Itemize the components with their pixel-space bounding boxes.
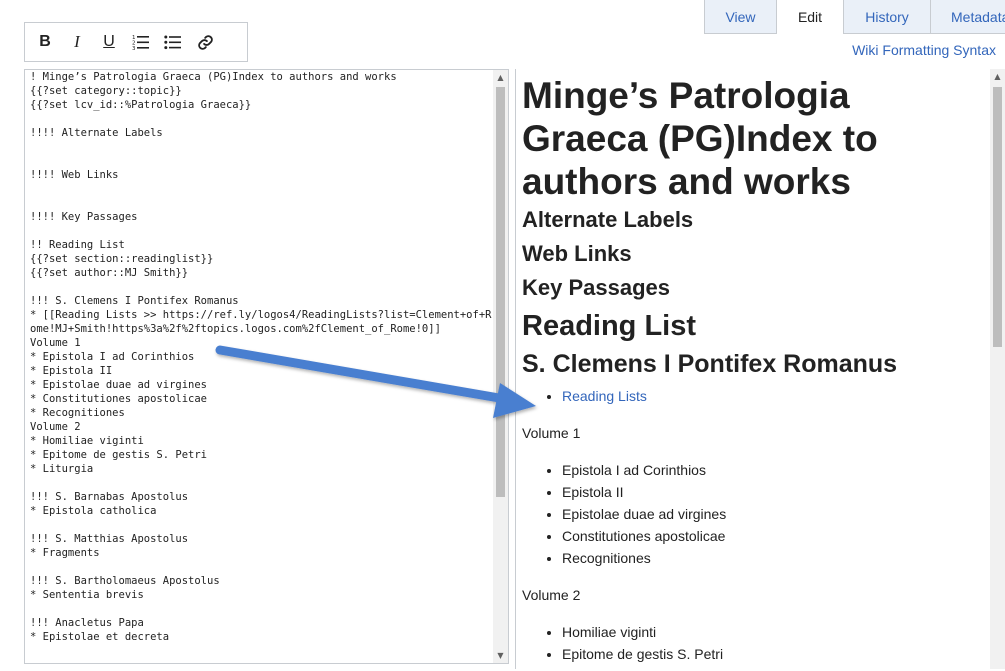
wiki-source-text[interactable]: ! Minge’s Patrologia Graeca (PG)Index to… bbox=[30, 70, 492, 644]
list-item: Epitome de gestis S. Petri bbox=[562, 643, 982, 665]
reading-lists-list: Reading Lists bbox=[522, 385, 982, 407]
heading-web-links: Web Links bbox=[522, 241, 632, 266]
heading-alternate-labels: Alternate Labels bbox=[522, 207, 694, 232]
svg-text:3: 3 bbox=[132, 46, 136, 50]
tab-history[interactable]: History bbox=[843, 0, 930, 34]
formatting-toolbar: B I U 1 2 3 bbox=[24, 22, 248, 62]
volume-1-label: Volume 1 bbox=[522, 425, 581, 441]
list-item: Recognitiones bbox=[562, 547, 982, 569]
volume-1-list: Epistola I ad Corinthios Epistola II Epi… bbox=[522, 459, 982, 569]
preview-scroll-thumb[interactable] bbox=[993, 87, 1002, 347]
italic-button[interactable]: I bbox=[61, 26, 93, 58]
link-icon bbox=[197, 34, 213, 50]
ordered-list-button[interactable]: 1 2 3 bbox=[125, 26, 157, 58]
list-item: Homiliae viginti bbox=[562, 621, 982, 643]
volume-2-label: Volume 2 bbox=[522, 587, 581, 603]
volume-2-list: Homiliae viginti Epitome de gestis S. Pe… bbox=[522, 621, 982, 665]
tab-view[interactable]: View bbox=[704, 0, 776, 34]
list-item: Epistola II bbox=[562, 481, 982, 503]
editor-scrollbar[interactable]: ▲ ▼ bbox=[493, 70, 508, 663]
reading-lists-link[interactable]: Reading Lists bbox=[562, 388, 647, 404]
page-tabs: View Edit History Metadata bbox=[704, 0, 1005, 34]
bulleted-list-button[interactable] bbox=[157, 26, 189, 58]
list-item: Reading Lists bbox=[562, 385, 982, 407]
page-title: Minge’s Patrologia Graeca (PG)Index to a… bbox=[522, 75, 878, 202]
list-item: Constitutiones apostolicae bbox=[562, 525, 982, 547]
wiki-formatting-syntax-link[interactable]: Wiki Formatting Syntax bbox=[852, 42, 996, 58]
preview-scrollbar[interactable]: ▲ bbox=[990, 69, 1005, 669]
tab-edit[interactable]: Edit bbox=[776, 0, 843, 34]
heading-section: S. Clemens I Pontifex Romanus bbox=[522, 350, 898, 378]
bold-button[interactable]: B bbox=[29, 26, 61, 58]
tab-metadata[interactable]: Metadata bbox=[930, 0, 1005, 34]
scroll-down-arrow-icon[interactable]: ▼ bbox=[493, 648, 508, 663]
heading-reading-list: Reading List bbox=[522, 310, 697, 342]
list-item: Epistolae duae ad virgines bbox=[562, 503, 982, 525]
scroll-up-arrow-icon[interactable]: ▲ bbox=[493, 70, 508, 85]
preview-pane: Minge’s Patrologia Graeca (PG)Index to a… bbox=[515, 69, 1005, 669]
list-item: Epistola I ad Corinthios bbox=[562, 459, 982, 481]
wiki-source-editor[interactable]: ! Minge’s Patrologia Graeca (PG)Index to… bbox=[24, 69, 509, 664]
heading-key-passages: Key Passages bbox=[522, 275, 670, 300]
scroll-up-arrow-icon[interactable]: ▲ bbox=[990, 69, 1005, 84]
ordered-list-icon: 1 2 3 bbox=[132, 35, 149, 50]
editor-scroll-thumb[interactable] bbox=[496, 87, 505, 497]
bulleted-list-icon bbox=[164, 35, 181, 50]
underline-button[interactable]: U bbox=[93, 26, 125, 58]
link-button[interactable] bbox=[189, 26, 221, 58]
